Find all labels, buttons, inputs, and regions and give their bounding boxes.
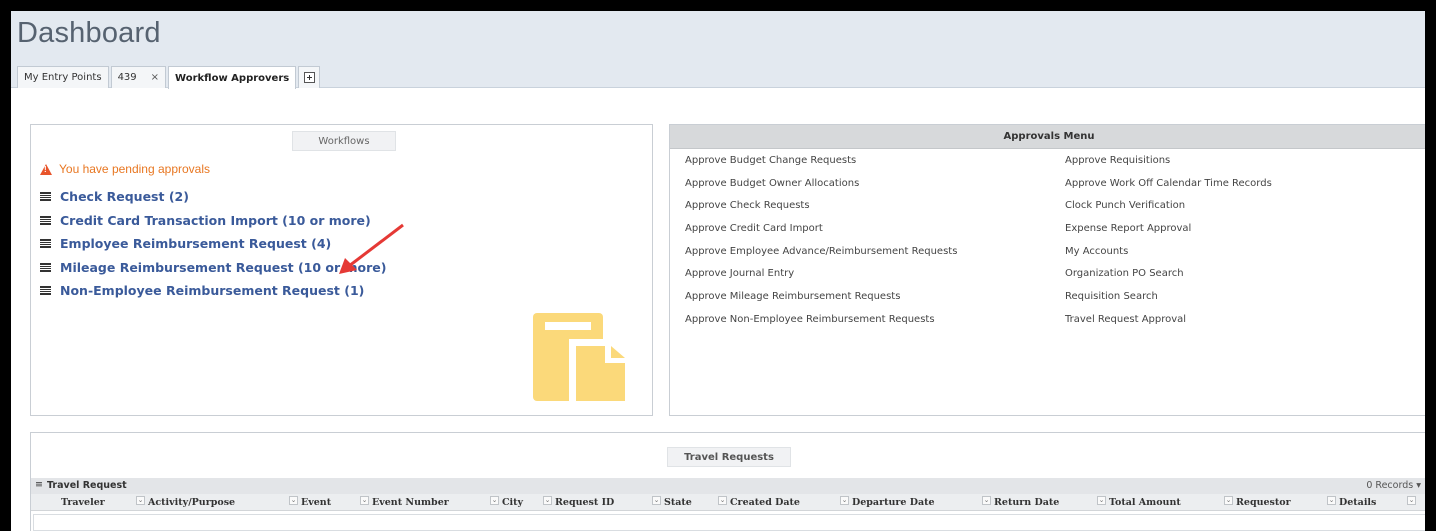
- approval-link[interactable]: Approve Credit Card Import: [685, 223, 957, 246]
- sort-icon[interactable]: ⌄: [543, 496, 552, 505]
- pending-approvals-notice: You have pending approvals: [40, 162, 210, 176]
- tab-my-entry-points[interactable]: My Entry Points: [17, 66, 109, 88]
- page-title: Dashboard: [17, 17, 161, 49]
- grid-header-row: Traveler ⌄ Activity/Purpose ⌄ Event ⌄ Ev…: [31, 494, 1425, 511]
- workflow-link[interactable]: Employee Reimbursement Request (4): [60, 236, 331, 251]
- sort-icon[interactable]: ⌄: [1407, 496, 1416, 505]
- sort-icon[interactable]: ⌄: [136, 496, 145, 505]
- sort-icon[interactable]: ⌄: [1327, 496, 1336, 505]
- red-arrow-annotation: [339, 223, 404, 274]
- sort-icon[interactable]: ⌄: [718, 496, 727, 505]
- chevron-down-icon: ▾: [1416, 480, 1421, 491]
- column-header-event[interactable]: Event: [301, 497, 331, 508]
- table-row: [33, 514, 1425, 531]
- close-icon[interactable]: ×: [151, 72, 159, 83]
- add-tab-button[interactable]: [298, 66, 321, 88]
- grid-title: Travel Request: [47, 480, 127, 491]
- approval-link[interactable]: Approve Work Off Calendar Time Records: [1065, 178, 1272, 201]
- sort-icon[interactable]: ⌄: [1097, 496, 1106, 505]
- approval-link[interactable]: Approve Budget Change Requests: [685, 155, 957, 178]
- tab-439[interactable]: 439 ×: [110, 66, 167, 88]
- column-header-traveler[interactable]: Traveler: [61, 497, 105, 508]
- sort-icon[interactable]: ⌄: [1224, 496, 1233, 505]
- approval-link[interactable]: Approve Requisitions: [1065, 155, 1272, 178]
- tab-label: Workflow Approvers: [175, 72, 290, 84]
- plus-icon: [303, 72, 315, 83]
- list-icon: [40, 262, 51, 272]
- sort-icon[interactable]: ⌄: [289, 496, 298, 505]
- list-icon: [40, 215, 51, 225]
- approvals-left-column: Approve Budget Change Requests Approve B…: [685, 155, 957, 337]
- approval-link[interactable]: Approve Budget Owner Allocations: [685, 178, 957, 201]
- workflows-panel: Workflows You have pending approvals Che…: [30, 124, 653, 416]
- header-band: Dashboard My Entry Points 439 × Workflow…: [11, 11, 1425, 89]
- tab-label: 439: [117, 72, 137, 83]
- sort-icon[interactable]: ⌄: [490, 496, 499, 505]
- sort-icon[interactable]: ⌄: [652, 496, 661, 505]
- column-header-request-id[interactable]: Request ID: [555, 497, 614, 508]
- approval-link[interactable]: Travel Request Approval: [1065, 314, 1272, 337]
- approval-link[interactable]: Clock Punch Verification: [1065, 200, 1272, 223]
- tab-workflow-approvers[interactable]: Workflow Approvers: [168, 66, 297, 89]
- list-icon: [40, 239, 51, 249]
- travel-requests-title: Travel Requests: [667, 447, 791, 467]
- approval-link[interactable]: Approve Non-Employee Reimbursement Reque…: [685, 314, 957, 337]
- approval-link[interactable]: Approve Check Requests: [685, 200, 957, 223]
- column-header-details[interactable]: Details: [1339, 497, 1376, 508]
- workflows-title: Workflows: [292, 131, 396, 151]
- sort-icon[interactable]: ⌄: [982, 496, 991, 505]
- travel-requests-panel: Travel Requests ≡ Travel Request 0 Recor…: [30, 432, 1425, 531]
- approval-link[interactable]: Approve Journal Entry: [685, 268, 957, 291]
- grid-title-bar: ≡ Travel Request 0 Records ▾: [31, 478, 1425, 494]
- column-header-activity[interactable]: Activity/Purpose: [148, 497, 235, 508]
- approval-link[interactable]: Approve Mileage Reimbursement Requests: [685, 291, 957, 314]
- column-header-total-amount[interactable]: Total Amount: [1109, 497, 1181, 508]
- list-icon: [40, 286, 51, 296]
- workflow-link[interactable]: Credit Card Transaction Import (10 or mo…: [60, 213, 371, 228]
- menu-icon[interactable]: ≡: [35, 479, 43, 490]
- column-header-created-date[interactable]: Created Date: [730, 497, 800, 508]
- workflow-link[interactable]: Non-Employee Reimbursement Request (1): [60, 283, 364, 298]
- approval-link[interactable]: My Accounts: [1065, 246, 1272, 269]
- column-header-state[interactable]: State: [664, 497, 692, 508]
- column-header-requestor[interactable]: Requestor: [1236, 497, 1291, 508]
- column-header-departure-date[interactable]: Departure Date: [852, 497, 935, 508]
- workflow-link[interactable]: Check Request (2): [60, 189, 189, 204]
- tab-label: My Entry Points: [24, 72, 102, 83]
- approval-link[interactable]: Requisition Search: [1065, 291, 1272, 314]
- column-header-city[interactable]: City: [502, 497, 523, 508]
- approval-link[interactable]: Expense Report Approval: [1065, 223, 1272, 246]
- sort-icon[interactable]: ⌄: [840, 496, 849, 505]
- list-icon: [40, 192, 51, 202]
- column-header-event-number[interactable]: Event Number: [372, 497, 449, 508]
- column-header-return-date[interactable]: Return Date: [994, 497, 1059, 508]
- sort-icon[interactable]: ⌄: [360, 496, 369, 505]
- warning-icon: [40, 163, 52, 175]
- approvals-menu-title: Approvals Menu: [670, 125, 1425, 149]
- workflow-item-check-request[interactable]: Check Request (2): [40, 185, 387, 209]
- pending-text: You have pending approvals: [59, 162, 211, 176]
- records-count: 0 Records: [1366, 480, 1414, 491]
- workflow-item-non-employee-reimbursement[interactable]: Non-Employee Reimbursement Request (1): [40, 279, 387, 303]
- approval-link[interactable]: Approve Employee Advance/Reimbursement R…: [685, 246, 957, 269]
- records-count-dropdown[interactable]: 0 Records ▾: [1366, 480, 1421, 491]
- tab-bar: My Entry Points 439 × Workflow Approvers: [17, 66, 322, 89]
- dashboard-window: Dashboard My Entry Points 439 × Workflow…: [11, 11, 1425, 531]
- approvals-menu-panel: Approvals Menu Approve Budget Change Req…: [669, 124, 1425, 416]
- document-icon: [533, 313, 633, 407]
- approvals-right-column: Approve Requisitions Approve Work Off Ca…: [1065, 155, 1272, 337]
- approval-link[interactable]: Organization PO Search: [1065, 268, 1272, 291]
